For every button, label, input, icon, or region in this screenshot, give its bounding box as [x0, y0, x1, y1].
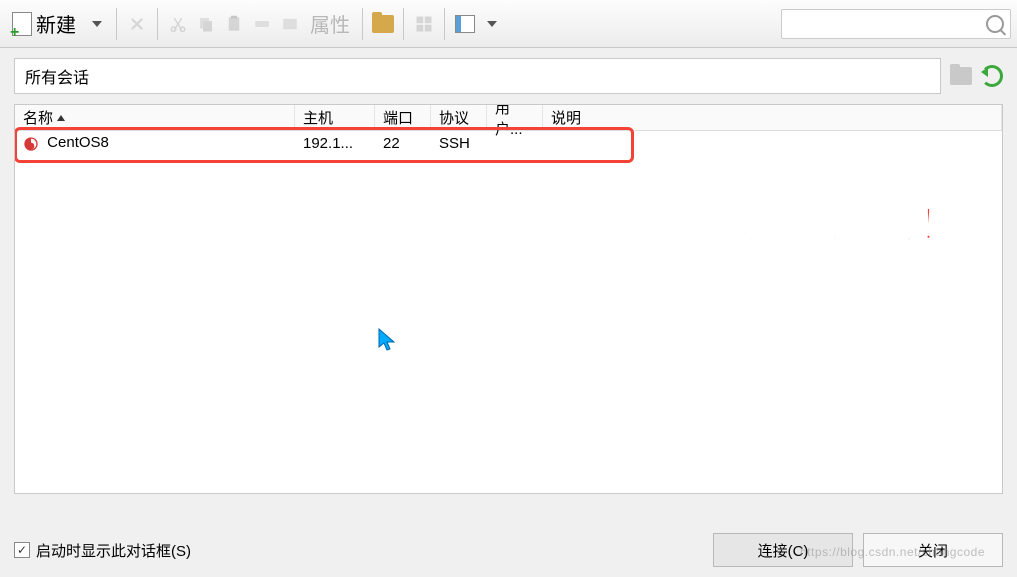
toolbar: 新建 属性	[0, 0, 1017, 48]
cut-icon	[166, 12, 190, 36]
column-protocol[interactable]: 协议	[431, 105, 487, 130]
path-value: 所有会话	[25, 64, 89, 88]
paste-icon	[222, 12, 246, 36]
column-port[interactable]: 端口	[375, 105, 431, 130]
column-host-label: 主机	[303, 107, 333, 128]
layout-dropdown-arrow-icon[interactable]	[487, 21, 497, 27]
new-file-icon	[12, 12, 32, 36]
sort-asc-icon	[57, 115, 65, 121]
separator	[116, 8, 117, 40]
column-description[interactable]: 说明	[543, 105, 1002, 130]
search-input[interactable]	[781, 9, 1011, 39]
properties-icon	[278, 12, 302, 36]
column-name[interactable]: 名称	[15, 105, 295, 130]
success-annotation: 创建成功！	[742, 191, 962, 252]
watermark: https://blog.csdn.net/shangcode	[800, 545, 985, 559]
cursor-icon	[377, 327, 397, 353]
row-name: CentOS8	[47, 134, 109, 151]
rename-icon	[250, 12, 274, 36]
new-button[interactable]: 新建	[6, 5, 82, 42]
separator	[444, 8, 445, 40]
column-port-label: 端口	[383, 107, 413, 128]
grid-icon	[412, 12, 436, 36]
new-button-label: 新建	[36, 9, 76, 38]
row-host: 192.1...	[303, 135, 353, 152]
separator	[403, 8, 404, 40]
search-icon	[986, 15, 1004, 33]
separator	[362, 8, 363, 40]
copy-icon	[194, 12, 218, 36]
column-user[interactable]: 用户...	[487, 105, 543, 130]
session-icon	[23, 136, 39, 152]
list-header: 名称 主机 端口 协议 用户... 说明	[15, 105, 1002, 131]
delete-icon	[125, 12, 149, 36]
column-protocol-label: 协议	[439, 107, 469, 128]
column-user-label: 用户...	[495, 104, 534, 139]
new-folder-icon[interactable]	[949, 64, 973, 88]
layout-icon[interactable]	[453, 12, 477, 36]
column-host[interactable]: 主机	[295, 105, 375, 130]
row-protocol: SSH	[439, 135, 470, 152]
column-description-label: 说明	[551, 107, 581, 128]
show-on-startup-checkbox[interactable]: ✓ 启动时显示此对话框(S)	[14, 540, 191, 561]
separator	[157, 8, 158, 40]
checkbox-icon: ✓	[14, 542, 30, 558]
row-port: 22	[383, 135, 400, 152]
path-bar: 所有会话	[0, 48, 1017, 104]
new-dropdown-arrow-icon[interactable]	[92, 21, 102, 27]
path-input[interactable]: 所有会话	[14, 58, 941, 94]
refresh-icon[interactable]	[981, 65, 1003, 87]
properties-label[interactable]: 属性	[306, 9, 354, 38]
column-name-label: 名称	[23, 107, 53, 128]
session-list: 名称 主机 端口 协议 用户... 说明 CentOS8 192.1... 22…	[14, 104, 1003, 494]
open-folder-icon[interactable]	[371, 12, 395, 36]
checkbox-label: 启动时显示此对话框(S)	[36, 540, 191, 561]
